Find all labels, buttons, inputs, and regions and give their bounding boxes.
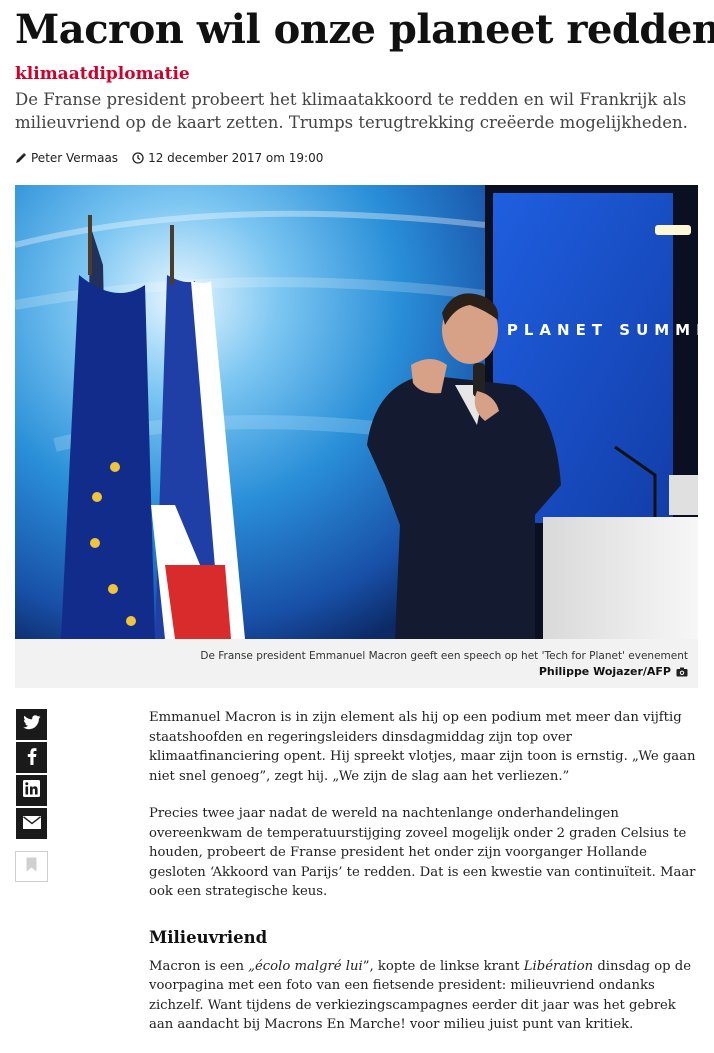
share-facebook-button[interactable] [16, 742, 47, 773]
linkedin-icon [23, 780, 40, 801]
bookmark-icon [26, 857, 37, 876]
publish-date: 12 december 2017 om 19:00 [148, 151, 324, 165]
pen-icon [15, 152, 27, 164]
article-title: Macron wil onze planeet redden [15, 6, 714, 53]
share-bar [15, 709, 48, 882]
article-kicker[interactable]: klimaatdiplomatie [15, 64, 190, 84]
newspaper-name: Libération [523, 958, 594, 974]
share-email-button[interactable] [16, 808, 47, 839]
photo-credit: Philippe Wojazer/AFP [539, 665, 688, 678]
camera-icon [676, 667, 688, 677]
bookmark-button[interactable] [15, 851, 48, 882]
paragraph: Macron is een „écolo malgré lui”, kopte … [149, 958, 692, 1033]
article-photo[interactable]: ONE PLANET SUMMIT [15, 185, 698, 639]
share-twitter-button[interactable] [16, 709, 47, 740]
article-body: Emmanuel Macron is in zijn element als h… [149, 708, 701, 1053]
paragraph: Precies twee jaar nadat de wereld na nac… [149, 806, 696, 899]
twitter-icon [22, 715, 41, 734]
email-icon [22, 814, 41, 833]
facebook-icon [27, 747, 37, 769]
article-meta: Peter Vermaas 12 december 2017 om 19:00 [15, 150, 323, 166]
quote-italic: „écolo malgré lui [248, 958, 363, 974]
article-lead: De Franse president probeert het klimaat… [15, 90, 688, 132]
photo-credit-text: Philippe Wojazer/AFP [538, 665, 671, 678]
author-name[interactable]: Peter Vermaas [31, 151, 118, 165]
share-linkedin-button[interactable] [16, 775, 47, 806]
photo-caption-box: De Franse president Emmanuel Macron geef… [15, 639, 698, 688]
photo-caption: De Franse president Emmanuel Macron geef… [200, 650, 688, 662]
paragraph: Emmanuel Macron is in zijn element als h… [149, 710, 696, 784]
subheading: Milieuvriend [149, 927, 268, 947]
clock-icon [132, 152, 144, 164]
